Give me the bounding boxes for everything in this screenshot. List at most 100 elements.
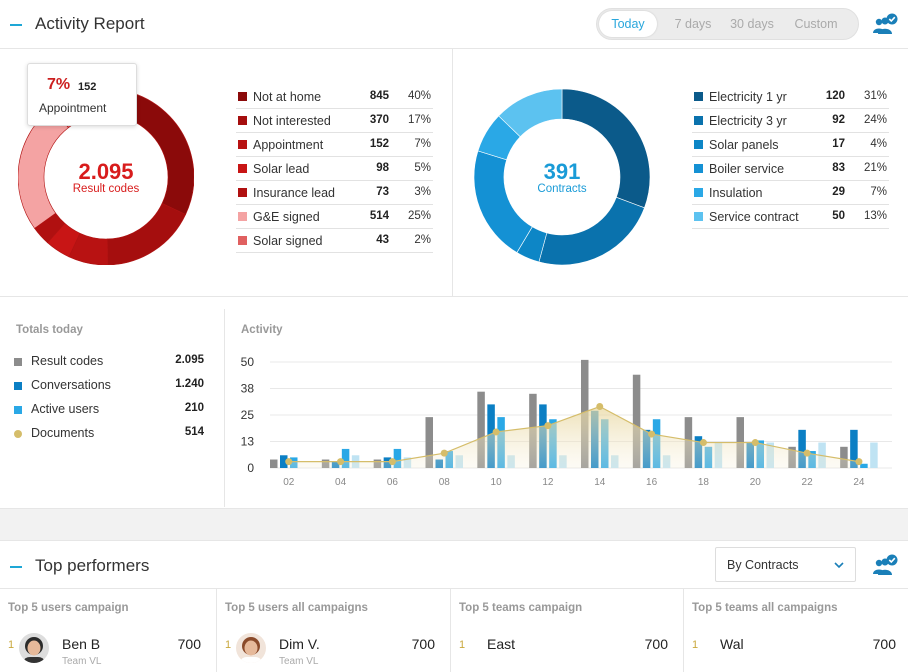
legend-label: Not interested <box>253 114 331 128</box>
legend-swatch <box>238 164 247 173</box>
y-tick-label: 25 <box>241 408 255 422</box>
bar-result-codes[interactable] <box>270 459 278 468</box>
donut-slice-electricity-3-yr[interactable] <box>538 196 645 265</box>
team-check-icon[interactable] <box>872 13 898 35</box>
x-tick-label: 18 <box>698 477 710 488</box>
activity-bar-chart[interactable]: 50 38 25 13 0 02 04 06 08 10 12 14 16 18 20 22 24 <box>230 350 900 500</box>
team-check-icon[interactable] <box>872 554 898 576</box>
contract-legend-row[interactable]: Service contract 50 13% <box>692 205 889 229</box>
performer-column: Top 5 users campaign 1 Ben B Team VL 700 <box>0 589 217 672</box>
performer-name[interactable]: East <box>487 636 515 652</box>
period-7-days-tab[interactable]: 7 days <box>663 11 723 37</box>
performer-name[interactable]: Dim V. <box>279 636 320 652</box>
performer-column-header: Top 5 teams all campaigns <box>692 602 838 614</box>
avatar[interactable] <box>19 633 49 663</box>
performers-sort-selected: By Contracts <box>727 558 799 572</box>
documents-point[interactable] <box>440 449 448 457</box>
result-codes-legend: Not at home 845 40% Not interested 370 17% App… <box>236 85 433 253</box>
documents-point[interactable] <box>803 449 811 457</box>
legend-label: Electricity 1 yr <box>709 90 787 104</box>
result-code-legend-row[interactable]: G&E signed 514 25% <box>236 205 433 229</box>
activity-report-header: Activity Report Today 7 days 30 days Cus… <box>0 0 908 49</box>
documents-point[interactable] <box>751 439 759 447</box>
collapse-section-icon[interactable] <box>10 24 22 26</box>
performer-rank: 1 <box>692 639 699 651</box>
legend-value: 43 <box>376 234 389 246</box>
result-code-legend-row[interactable]: Insurance lead 73 3% <box>236 181 433 205</box>
result-code-legend-row[interactable]: Appointment 152 7% <box>236 133 433 157</box>
section-divider <box>0 296 908 297</box>
legend-value: 92 <box>832 114 845 126</box>
legend-value: 152 <box>369 138 389 150</box>
x-tick-label: 06 <box>387 477 399 488</box>
tooltip-count: 152 <box>78 81 97 93</box>
documents-point[interactable] <box>596 403 604 411</box>
tooltip-name: Appointment <box>39 101 107 115</box>
contract-legend-row[interactable]: Insulation 29 7% <box>692 181 889 205</box>
period-selector[interactable]: Today 7 days 30 days Custom <box>596 8 859 40</box>
donut-slice-not-interested[interactable] <box>107 203 187 265</box>
legend-percent: 31% <box>863 90 887 102</box>
legend-percent: 40% <box>407 90 431 102</box>
x-tick-label: 08 <box>439 477 451 488</box>
result-code-legend-row[interactable]: Not interested 370 17% <box>236 109 433 133</box>
contract-legend-row[interactable]: Boiler service 83 21% <box>692 157 889 181</box>
legend-percent: 21% <box>863 162 887 174</box>
legend-value: 845 <box>369 90 389 102</box>
performer-rank: 1 <box>459 639 466 651</box>
documents-point[interactable] <box>492 428 500 436</box>
performers-sort-dropdown[interactable]: By Contracts <box>715 547 856 582</box>
bar-documents-light-[interactable] <box>870 442 878 468</box>
legend-swatch <box>694 116 703 125</box>
period-today-tab[interactable]: Today <box>599 11 657 37</box>
legend-value: 17 <box>832 138 845 150</box>
x-tick-label: 02 <box>283 477 295 488</box>
documents-point[interactable] <box>285 458 293 466</box>
legend-label: G&E signed <box>253 210 320 224</box>
y-tick-label: 13 <box>241 435 255 449</box>
performer-team: Team VL <box>279 656 319 667</box>
collapse-performers-icon[interactable] <box>10 566 22 568</box>
bar-active-users[interactable] <box>860 463 868 468</box>
performer-column-header: Top 5 users campaign <box>8 602 129 614</box>
contract-legend-row[interactable]: Electricity 1 yr 120 31% <box>692 85 889 109</box>
totals-value: 514 <box>184 426 204 438</box>
contract-legend-row[interactable]: Solar panels 17 4% <box>692 133 889 157</box>
documents-point[interactable] <box>544 422 552 430</box>
documents-point[interactable] <box>648 430 656 438</box>
avatar[interactable] <box>236 633 266 663</box>
performer-rank: 1 <box>8 639 15 651</box>
result-code-legend-row[interactable]: Solar signed 43 2% <box>236 229 433 253</box>
legend-swatch <box>238 236 247 245</box>
legend-percent: 13% <box>863 210 887 222</box>
chevron-down-icon <box>834 562 844 569</box>
y-tick-label: 38 <box>241 382 255 396</box>
legend-label: Service contract <box>709 210 799 224</box>
legend-swatch <box>238 212 247 221</box>
performer-column-header: Top 5 teams campaign <box>459 602 583 614</box>
totals-swatch <box>14 406 22 414</box>
documents-point[interactable] <box>855 458 863 466</box>
documents-point[interactable] <box>388 458 396 466</box>
section-spacer <box>0 508 908 541</box>
legend-label: Electricity 3 yr <box>709 114 787 128</box>
legend-swatch <box>694 164 703 173</box>
performer-name[interactable]: Ben B <box>62 636 100 652</box>
result-code-legend-row[interactable]: Solar lead 98 5% <box>236 157 433 181</box>
performer-name[interactable]: Wal <box>720 636 744 652</box>
documents-point[interactable] <box>699 439 707 447</box>
totals-label: Documents <box>31 426 95 440</box>
contract-legend-row[interactable]: Electricity 3 yr 92 24% <box>692 109 889 133</box>
period-custom-tab[interactable]: Custom <box>785 11 847 37</box>
legend-percent: 3% <box>414 186 431 198</box>
legend-swatch <box>694 212 703 221</box>
totals-swatch <box>14 358 22 366</box>
legend-percent: 7% <box>414 138 431 150</box>
result-code-legend-row[interactable]: Not at home 845 40% <box>236 85 433 109</box>
legend-label: Appointment <box>253 138 324 152</box>
x-tick-label: 22 <box>802 477 814 488</box>
legend-label: Solar lead <box>253 162 310 176</box>
documents-point[interactable] <box>337 458 345 466</box>
performer-score: 700 <box>177 636 201 652</box>
period-30-days-tab[interactable]: 30 days <box>721 11 783 37</box>
